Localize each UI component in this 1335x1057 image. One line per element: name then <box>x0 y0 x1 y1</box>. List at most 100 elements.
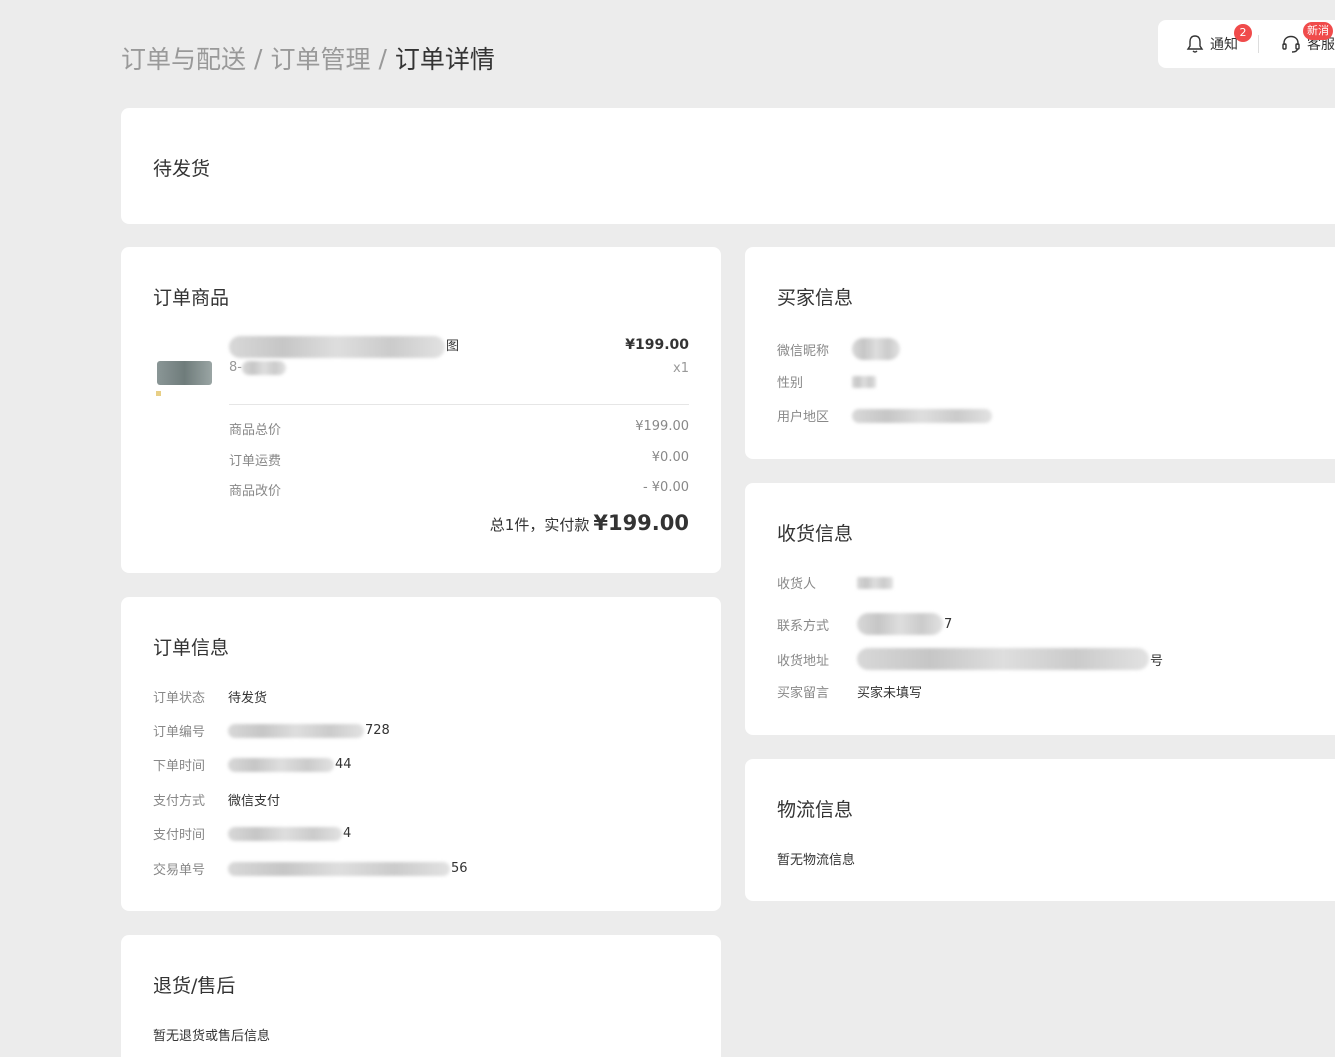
shipping-info-card: 收货信息 收货人 联系方式 7 收货地址 号 买家留言 买家未填写 <box>745 483 1335 735</box>
payment-time-label: 支付时间 <box>153 828 206 843</box>
product-sku-prefix: 8- <box>229 360 242 375</box>
goods-divider <box>229 404 689 405</box>
buyer-info-title: 买家信息 <box>777 287 854 309</box>
refund-empty-text: 暂无退货或售后信息 <box>153 1029 271 1044</box>
payment-time-row: 支付时间 4 <box>153 824 351 843</box>
notification-count-badge: 2 <box>1234 24 1252 42</box>
product-quantity: x1 <box>673 361 689 376</box>
shipping-info-title: 收货信息 <box>777 523 854 545</box>
breadcrumb-orders-delivery[interactable]: 订单与配送 <box>121 40 246 76</box>
breadcrumb-order-management[interactable]: 订单管理 <box>270 40 370 76</box>
buyer-message-label: 买家留言 <box>777 686 830 701</box>
buyer-message-row: 买家留言 买家未填写 <box>777 682 922 701</box>
total-paid-line: 总1件，实付款 ¥199.00 <box>490 511 689 535</box>
product-name[interactable]: 图 <box>229 335 459 358</box>
top-toolbar: 通知 2 客服 新消 <box>1158 20 1335 68</box>
customer-service-button[interactable]: 客服 新消 <box>1281 22 1335 54</box>
new-message-badge: 新消 <box>1303 22 1333 40</box>
redacted-order-number <box>228 723 364 738</box>
order-time-value: 44 <box>335 757 352 772</box>
logistics-empty-text: 暂无物流信息 <box>777 853 856 868</box>
shipping-fee-row: 订单运费 ¥0.00 <box>229 450 689 469</box>
payment-method-value: 微信支付 <box>228 794 281 809</box>
notification-button[interactable]: 通知 2 <box>1186 24 1252 54</box>
order-number-row: 订单编号 728 <box>153 721 390 740</box>
redacted-sku <box>241 360 286 375</box>
buyer-info-card: 买家信息 微信昵称 性别 用户地区 <box>745 247 1335 459</box>
redacted-region <box>852 408 992 423</box>
order-status-label: 订单状态 <box>153 691 206 706</box>
order-status-value: 待发货 <box>228 691 268 706</box>
redacted-phone <box>857 613 943 635</box>
gender-label: 性别 <box>777 376 804 391</box>
shipping-fee-value: ¥0.00 <box>651 450 689 465</box>
receiver-name-label: 收货人 <box>777 577 817 592</box>
contact-value: 7 <box>944 616 953 632</box>
bell-icon <box>1186 35 1204 53</box>
price-adjust-value: - ¥0.00 <box>642 480 689 495</box>
redacted-gender <box>852 375 876 388</box>
order-time-label: 下单时间 <box>153 759 206 774</box>
notification-label: 通知 <box>1210 37 1238 53</box>
user-region-label: 用户地区 <box>777 410 830 425</box>
receiver-name-row: 收货人 <box>777 573 894 592</box>
buyer-message-value: 买家未填写 <box>857 686 923 701</box>
price-adjust-label: 商品改价 <box>229 484 282 499</box>
contact-row: 联系方式 7 <box>777 613 952 635</box>
order-number-label: 订单编号 <box>153 725 206 740</box>
payment-time-value: 4 <box>343 826 352 841</box>
redacted-product-name <box>229 335 445 358</box>
refund-title: 退货/售后 <box>153 975 236 997</box>
redacted-receiver-name <box>857 576 893 589</box>
order-number-value[interactable]: 728 <box>365 723 390 738</box>
headset-icon <box>1282 35 1300 53</box>
redacted-payment-time <box>228 826 342 841</box>
order-status-row: 订单状态 待发货 <box>153 687 267 706</box>
address-row: 收货地址 号 <box>777 648 1163 670</box>
breadcrumb: 订单与配送 / 订单管理 / 订单详情 <box>121 40 495 76</box>
total-paid-label: 总1件，实付款 <box>489 516 590 534</box>
order-goods-title: 订单商品 <box>153 287 230 309</box>
address-label: 收货地址 <box>777 653 830 669</box>
order-status-text: 待发货 <box>153 158 211 180</box>
breadcrumb-separator: / <box>254 43 263 73</box>
redacted-transaction-number <box>228 861 450 876</box>
redacted-address <box>857 648 1149 670</box>
order-info-title: 订单信息 <box>153 637 230 659</box>
transaction-number-label: 交易单号 <box>153 863 206 878</box>
transaction-number-value[interactable]: 56 <box>451 861 468 876</box>
breadcrumb-current: 订单详情 <box>394 45 495 74</box>
transaction-number-row: 交易单号 56 <box>153 859 468 878</box>
payment-method-row: 支付方式 微信支付 <box>153 790 280 809</box>
product-price: ¥199.00 <box>625 337 689 353</box>
redacted-order-time <box>228 757 334 772</box>
user-region-row: 用户地区 <box>777 406 993 425</box>
refund-card: 退货/售后 暂无退货或售后信息 <box>121 935 721 1057</box>
order-goods-card: 订单商品 图 8- ¥199.00 x1 商品总价 ¥199.00 订单运费 ¥… <box>121 247 721 573</box>
wechat-nickname-row: 微信昵称 <box>777 338 901 360</box>
gender-row: 性别 <box>777 372 877 391</box>
product-image-mark <box>156 391 161 396</box>
shipping-fee-label: 订单运费 <box>229 454 282 469</box>
breadcrumb-separator: / <box>378 43 387 73</box>
product-sku: 8- <box>229 360 287 375</box>
order-time-row: 下单时间 44 <box>153 755 352 774</box>
product-name-suffix: 图 <box>446 339 460 354</box>
total-paid-amount: ¥199.00 <box>593 511 689 535</box>
logistics-card: 物流信息 暂无物流信息 <box>745 759 1335 901</box>
logistics-title: 物流信息 <box>777 799 854 821</box>
subtotal-value: ¥199.00 <box>635 419 689 434</box>
redacted-nickname <box>852 338 900 360</box>
order-info-card: 订单信息 订单状态 待发货 订单编号 728 下单时间 44 支付方式 微信支付… <box>121 597 721 911</box>
wechat-nickname-label: 微信昵称 <box>777 343 830 359</box>
order-status-card: 待发货 <box>121 108 1335 224</box>
product-image <box>157 361 212 385</box>
subtotal-label: 商品总价 <box>229 423 282 438</box>
subtotal-row: 商品总价 ¥199.00 <box>229 419 689 438</box>
product-thumbnail[interactable] <box>155 341 213 399</box>
payment-method-label: 支付方式 <box>153 794 206 809</box>
address-value: 号 <box>1150 653 1164 669</box>
contact-label: 联系方式 <box>777 618 830 634</box>
toolbar-divider <box>1258 35 1259 53</box>
price-adjust-row: 商品改价 - ¥0.00 <box>229 480 689 499</box>
